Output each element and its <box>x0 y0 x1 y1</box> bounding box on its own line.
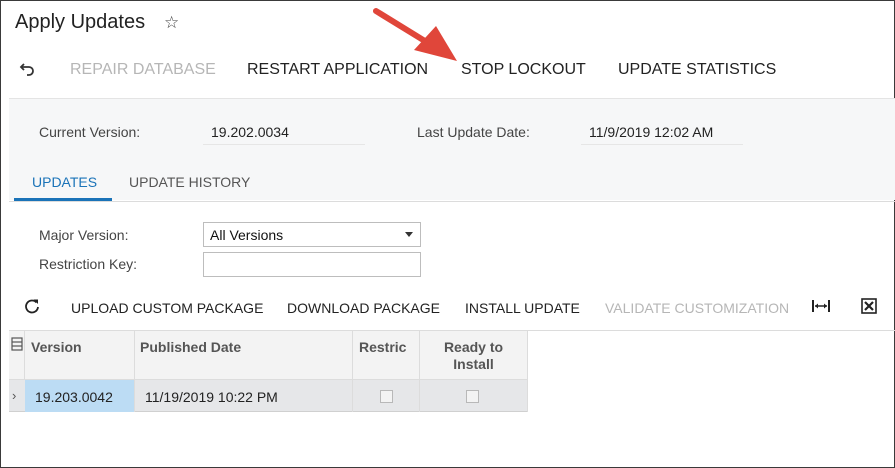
chevron-down-icon <box>405 232 413 237</box>
column-header-ready-to-install[interactable]: Ready to Install <box>420 331 528 380</box>
cell-version[interactable]: 19.203.0042 <box>25 380 135 412</box>
excel-export-icon[interactable] <box>860 297 878 320</box>
last-update-date-label: Last Update Date: <box>417 124 530 140</box>
chevron-right-icon: › <box>12 388 17 403</box>
ready-to-install-checkbox[interactable] <box>466 390 479 403</box>
filter-form: Major Version: All Versions Restriction … <box>9 201 895 291</box>
last-update-date-value: 11/9/2019 12:02 AM <box>581 124 743 145</box>
tab-updates[interactable]: UPDATES <box>32 174 97 190</box>
cell-restricted[interactable] <box>353 380 420 412</box>
app-window: Apply Updates ☆ REPAIR DATABASE RESTART … <box>0 0 895 468</box>
cell-published-date[interactable]: 11/19/2019 10:22 PM <box>135 380 353 412</box>
column-header-restricted[interactable]: Restric <box>353 331 420 380</box>
column-header-published-date[interactable]: Published Date <box>135 331 353 380</box>
major-version-select[interactable]: All Versions <box>203 222 421 247</box>
install-update-button[interactable]: INSTALL UPDATE <box>465 300 580 316</box>
restriction-key-label: Restriction Key: <box>39 256 138 272</box>
row-selector-header[interactable] <box>9 331 25 380</box>
restricted-checkbox[interactable] <box>380 390 393 403</box>
current-version-value: 19.202.0034 <box>203 124 365 145</box>
fit-columns-icon[interactable] <box>811 297 831 320</box>
cell-ready-to-install[interactable] <box>420 380 528 412</box>
validate-customization-button[interactable]: VALIDATE CUSTOMIZATION <box>605 300 789 316</box>
fit-columns-icon-glyph <box>812 300 830 312</box>
major-version-label: Major Version: <box>39 227 129 243</box>
refresh-icon-glyph <box>25 299 39 314</box>
refresh-icon[interactable] <box>23 297 41 320</box>
upload-custom-package-button[interactable]: UPLOAD CUSTOM PACKAGE <box>71 300 263 316</box>
current-version-label: Current Version: <box>39 124 141 140</box>
download-package-button[interactable]: DOWNLOAD PACKAGE <box>287 300 440 316</box>
updates-grid: Version Published Date Restric Ready to … <box>9 330 895 468</box>
grid-toolbar: UPLOAD CUSTOM PACKAGE DOWNLOAD PACKAGE I… <box>9 297 895 321</box>
excel-export-icon-glyph <box>861 298 877 314</box>
restriction-key-input[interactable] <box>203 252 421 277</box>
major-version-value: All Versions <box>210 227 284 243</box>
tab-update-history[interactable]: UPDATE HISTORY <box>129 174 250 190</box>
column-config-icon <box>11 337 23 351</box>
column-header-version[interactable]: Version <box>25 331 135 380</box>
annotation-arrow-head <box>414 26 457 61</box>
